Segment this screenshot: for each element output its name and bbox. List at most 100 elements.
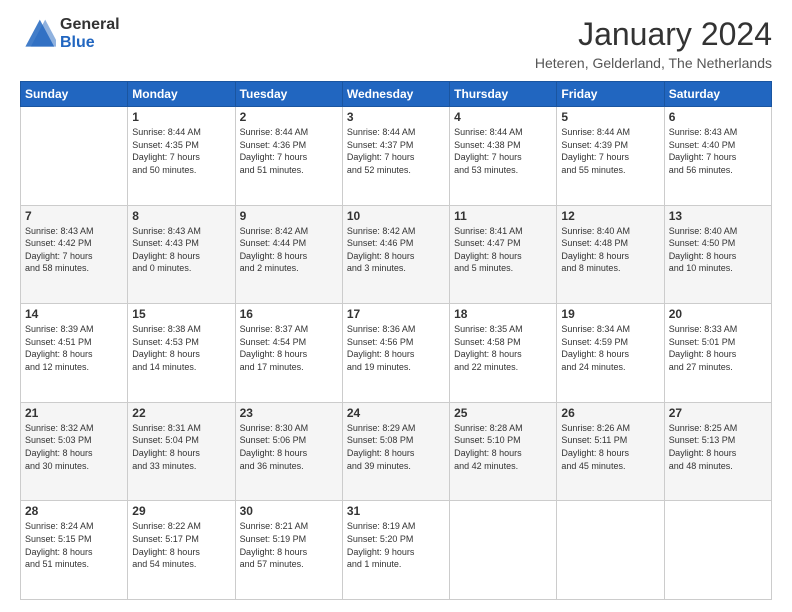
day-info: Sunrise: 8:42 AM Sunset: 4:46 PM Dayligh…	[347, 225, 445, 275]
col-sunday: Sunday	[21, 82, 128, 107]
day-info: Sunrise: 8:26 AM Sunset: 5:11 PM Dayligh…	[561, 422, 659, 472]
day-info: Sunrise: 8:32 AM Sunset: 5:03 PM Dayligh…	[25, 422, 123, 472]
day-number: 11	[454, 209, 552, 223]
calendar-day: 22Sunrise: 8:31 AM Sunset: 5:04 PM Dayli…	[128, 402, 235, 501]
day-info: Sunrise: 8:40 AM Sunset: 4:50 PM Dayligh…	[669, 225, 767, 275]
calendar-day: 17Sunrise: 8:36 AM Sunset: 4:56 PM Dayli…	[342, 304, 449, 403]
col-thursday: Thursday	[450, 82, 557, 107]
day-number: 23	[240, 406, 338, 420]
day-info: Sunrise: 8:44 AM Sunset: 4:36 PM Dayligh…	[240, 126, 338, 176]
day-number: 8	[132, 209, 230, 223]
calendar-header-row: Sunday Monday Tuesday Wednesday Thursday…	[21, 82, 772, 107]
calendar-day: 31Sunrise: 8:19 AM Sunset: 5:20 PM Dayli…	[342, 501, 449, 600]
day-info: Sunrise: 8:39 AM Sunset: 4:51 PM Dayligh…	[25, 323, 123, 373]
calendar-week-0: 1 Sunrise: 8:44 AM Sunset: 4:35 PM Daylig…	[21, 107, 772, 206]
day-number: 27	[669, 406, 767, 420]
calendar-day: 14 Sunrise: 8:39 AM Sunset: 4:51 PM Dayli…	[21, 304, 128, 403]
calendar-day: 29 Sunrise: 8:22 AM Sunset: 5:17 PM Dayli…	[128, 501, 235, 600]
calendar-week-1: 7Sunrise: 8:43 AM Sunset: 4:42 PM Daylig…	[21, 205, 772, 304]
location: Heteren, Gelderland, The Netherlands	[535, 55, 772, 71]
day-info: Sunrise: 8:24 AM Sunset: 5:15 PM Dayligh…	[25, 520, 123, 570]
logo-text: General Blue	[60, 16, 120, 52]
calendar-day	[557, 501, 664, 600]
day-number: 24	[347, 406, 445, 420]
calendar-day: 25 Sunrise: 8:28 AM Sunset: 5:10 PM Dayli…	[450, 402, 557, 501]
day-number: 9	[240, 209, 338, 223]
day-number: 14	[25, 307, 123, 321]
day-info: Sunrise: 8:44 AM Sunset: 4:39 PM Dayligh…	[561, 126, 659, 176]
day-number: 12	[561, 209, 659, 223]
calendar-day: 9Sunrise: 8:42 AM Sunset: 4:44 PM Daylig…	[235, 205, 342, 304]
calendar-day: 21 Sunrise: 8:32 AM Sunset: 5:03 PM Dayli…	[21, 402, 128, 501]
calendar-day: 2 Sunrise: 8:44 AM Sunset: 4:36 PM Daylig…	[235, 107, 342, 206]
calendar-day: 24 Sunrise: 8:29 AM Sunset: 5:08 PM Dayli…	[342, 402, 449, 501]
calendar-day: 8Sunrise: 8:43 AM Sunset: 4:43 PM Daylig…	[128, 205, 235, 304]
day-number: 16	[240, 307, 338, 321]
day-number: 21	[25, 406, 123, 420]
day-info: Sunrise: 8:43 AM Sunset: 4:40 PM Dayligh…	[669, 126, 767, 176]
calendar-day: 13Sunrise: 8:40 AM Sunset: 4:50 PM Dayli…	[664, 205, 771, 304]
calendar-week-4: 28 Sunrise: 8:24 AM Sunset: 5:15 PM Dayli…	[21, 501, 772, 600]
day-number: 18	[454, 307, 552, 321]
col-tuesday: Tuesday	[235, 82, 342, 107]
day-info: Sunrise: 8:22 AM Sunset: 5:17 PM Dayligh…	[132, 520, 230, 570]
calendar-day: 11 Sunrise: 8:41 AM Sunset: 4:47 PM Dayli…	[450, 205, 557, 304]
calendar-day: 4 Sunrise: 8:44 AM Sunset: 4:38 PM Daylig…	[450, 107, 557, 206]
calendar-day: 1 Sunrise: 8:44 AM Sunset: 4:35 PM Daylig…	[128, 107, 235, 206]
calendar-day: 3 Sunrise: 8:44 AM Sunset: 4:37 PM Daylig…	[342, 107, 449, 206]
calendar-week-2: 14 Sunrise: 8:39 AM Sunset: 4:51 PM Dayli…	[21, 304, 772, 403]
calendar-day: 5 Sunrise: 8:44 AM Sunset: 4:39 PM Daylig…	[557, 107, 664, 206]
day-info: Sunrise: 8:44 AM Sunset: 4:35 PM Dayligh…	[132, 126, 230, 176]
logo: General Blue	[20, 16, 120, 52]
calendar-day: 15Sunrise: 8:38 AM Sunset: 4:53 PM Dayli…	[128, 304, 235, 403]
day-info: Sunrise: 8:44 AM Sunset: 4:37 PM Dayligh…	[347, 126, 445, 176]
col-wednesday: Wednesday	[342, 82, 449, 107]
day-number: 7	[25, 209, 123, 223]
title-area: January 2024 Heteren, Gelderland, The Ne…	[535, 16, 772, 71]
header: General Blue January 2024 Heteren, Gelde…	[20, 16, 772, 71]
day-number: 1	[132, 110, 230, 124]
calendar-day: 7Sunrise: 8:43 AM Sunset: 4:42 PM Daylig…	[21, 205, 128, 304]
calendar-table: Sunday Monday Tuesday Wednesday Thursday…	[20, 81, 772, 600]
calendar-day	[21, 107, 128, 206]
day-info: Sunrise: 8:29 AM Sunset: 5:08 PM Dayligh…	[347, 422, 445, 472]
calendar-day: 18 Sunrise: 8:35 AM Sunset: 4:58 PM Dayli…	[450, 304, 557, 403]
day-info: Sunrise: 8:37 AM Sunset: 4:54 PM Dayligh…	[240, 323, 338, 373]
col-monday: Monday	[128, 82, 235, 107]
day-info: Sunrise: 8:19 AM Sunset: 5:20 PM Dayligh…	[347, 520, 445, 570]
day-info: Sunrise: 8:21 AM Sunset: 5:19 PM Dayligh…	[240, 520, 338, 570]
day-number: 2	[240, 110, 338, 124]
day-number: 5	[561, 110, 659, 124]
day-info: Sunrise: 8:35 AM Sunset: 4:58 PM Dayligh…	[454, 323, 552, 373]
day-number: 26	[561, 406, 659, 420]
day-number: 15	[132, 307, 230, 321]
day-info: Sunrise: 8:36 AM Sunset: 4:56 PM Dayligh…	[347, 323, 445, 373]
calendar-day	[450, 501, 557, 600]
day-number: 22	[132, 406, 230, 420]
day-info: Sunrise: 8:44 AM Sunset: 4:38 PM Dayligh…	[454, 126, 552, 176]
day-number: 19	[561, 307, 659, 321]
col-friday: Friday	[557, 82, 664, 107]
page: General Blue January 2024 Heteren, Gelde…	[0, 0, 792, 612]
day-number: 20	[669, 307, 767, 321]
day-number: 29	[132, 504, 230, 518]
day-info: Sunrise: 8:30 AM Sunset: 5:06 PM Dayligh…	[240, 422, 338, 472]
day-number: 25	[454, 406, 552, 420]
day-info: Sunrise: 8:28 AM Sunset: 5:10 PM Dayligh…	[454, 422, 552, 472]
day-number: 4	[454, 110, 552, 124]
calendar-day: 12Sunrise: 8:40 AM Sunset: 4:48 PM Dayli…	[557, 205, 664, 304]
col-saturday: Saturday	[664, 82, 771, 107]
day-info: Sunrise: 8:41 AM Sunset: 4:47 PM Dayligh…	[454, 225, 552, 275]
calendar-day: 28 Sunrise: 8:24 AM Sunset: 5:15 PM Dayli…	[21, 501, 128, 600]
calendar-day: 27 Sunrise: 8:25 AM Sunset: 5:13 PM Dayli…	[664, 402, 771, 501]
day-info: Sunrise: 8:25 AM Sunset: 5:13 PM Dayligh…	[669, 422, 767, 472]
calendar-day: 16 Sunrise: 8:37 AM Sunset: 4:54 PM Dayli…	[235, 304, 342, 403]
day-info: Sunrise: 8:34 AM Sunset: 4:59 PM Dayligh…	[561, 323, 659, 373]
day-number: 10	[347, 209, 445, 223]
day-number: 3	[347, 110, 445, 124]
day-number: 30	[240, 504, 338, 518]
month-title: January 2024	[535, 16, 772, 53]
day-number: 28	[25, 504, 123, 518]
calendar-day: 30 Sunrise: 8:21 AM Sunset: 5:19 PM Dayli…	[235, 501, 342, 600]
calendar-day: 6Sunrise: 8:43 AM Sunset: 4:40 PM Daylig…	[664, 107, 771, 206]
